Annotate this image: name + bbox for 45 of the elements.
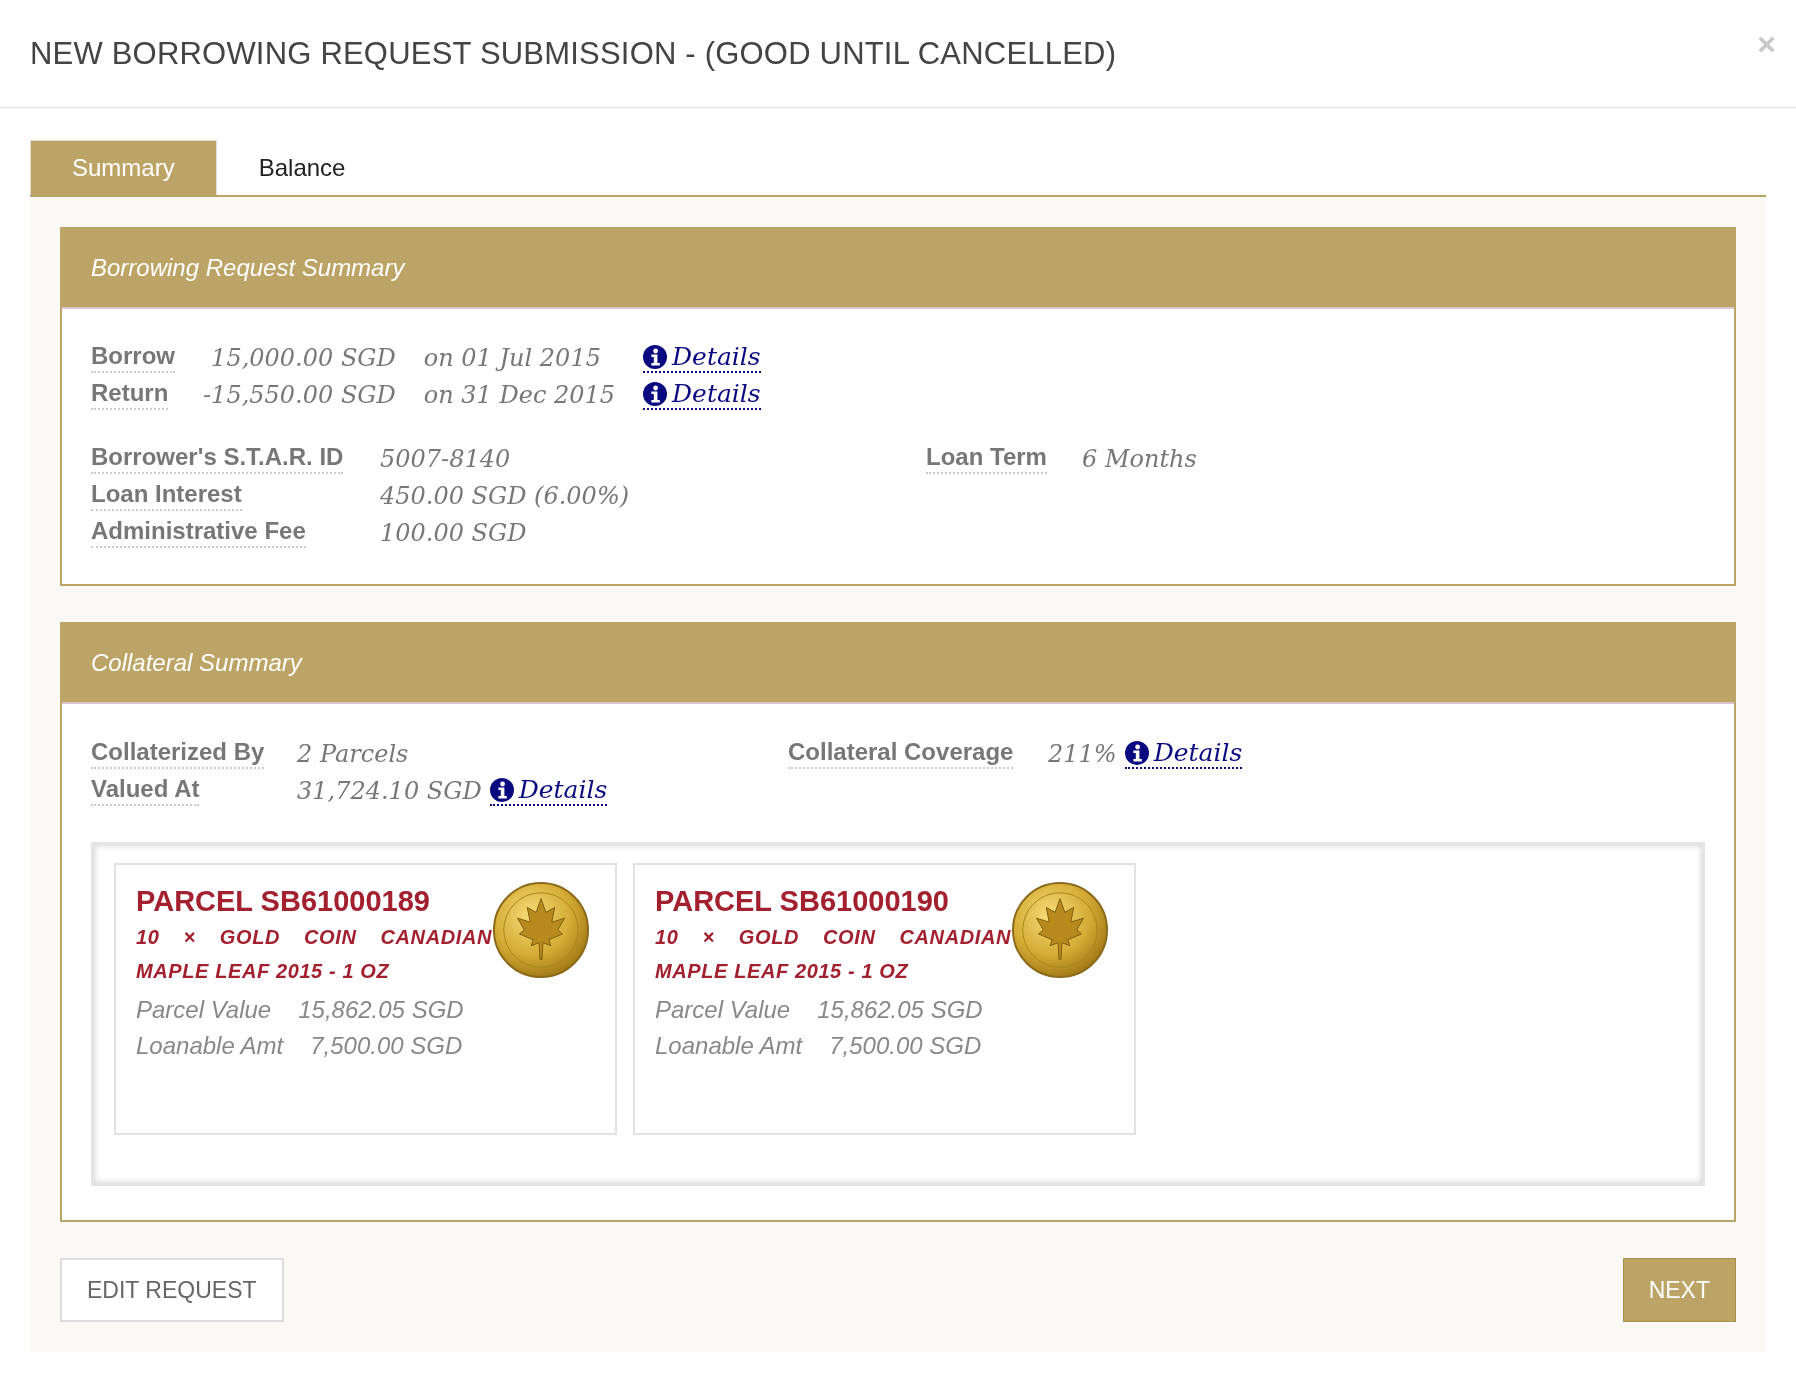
details-link[interactable]: Details (1153, 738, 1243, 767)
parcel-description: 10 × GOLD COIN CANADIAN MAPLE LEAF 2015 - 1 OZ (136, 925, 492, 984)
panel-heading: Collateral Summary (62, 624, 1734, 704)
info-icon (1124, 740, 1149, 765)
panel-heading: Borrowing Request Summary (62, 229, 1734, 309)
parcel-title: PARCEL SB61000190 (655, 885, 950, 918)
dialog-title: NEW BORROWING REQUEST SUBMISSION - (GOOD UNTIL CANCELLED) (30, 35, 1117, 72)
date-value: on 01 Jul 2015 (423, 343, 602, 372)
field-label: Valued At (91, 775, 200, 806)
parcel-label: Loanable Amt (136, 1032, 284, 1060)
details-link[interactable]: Details (518, 775, 608, 804)
field-label: Collaterized By (91, 738, 265, 769)
amount-value: -15,550.00 SGD (203, 380, 396, 409)
parcel-title: PARCEL SB61000189 (136, 885, 431, 918)
date-value: on 31 Dec 2015 (423, 380, 616, 409)
field-value: 31,724.10 SGD (297, 776, 482, 805)
info-icon (643, 344, 668, 369)
field-label: Borrower's S.T.A.R. ID (91, 443, 344, 474)
field-label: Administrative Fee (91, 517, 306, 548)
field-value: 6 Months (1082, 444, 1197, 473)
amount-value: 15,000.00 SGD (211, 343, 396, 372)
parcel-label: Loanable Amt (655, 1032, 803, 1060)
field-label: Loan Interest (91, 480, 242, 511)
field-value: 450.00 SGD (6.00%) (380, 481, 630, 510)
details-link[interactable]: Details (672, 379, 761, 408)
field-label: Borrow (91, 342, 175, 373)
field-value: 100.00 SGD (380, 518, 527, 547)
field-label: Return (91, 379, 169, 410)
parcel-description: 10 × GOLD COIN CANADIAN MAPLE LEAF 2015 - 1 OZ (655, 925, 1011, 984)
field-value: 2 Parcels (297, 739, 409, 768)
parcel-value: 7,500.00 SGD (829, 1032, 982, 1060)
field-label: Loan Term (926, 443, 1047, 474)
edit-button[interactable]: EDIT REQUEST (60, 1258, 284, 1322)
parcel-value: 15,862.05 SGD (298, 996, 464, 1024)
info-icon (643, 381, 668, 406)
parcel-value: 15,862.05 SGD (817, 996, 983, 1024)
parcel-value: 7,500.00 SGD (310, 1032, 463, 1060)
tab[interactable]: Balance (217, 140, 387, 195)
field-value: 5007-8140 (380, 444, 511, 473)
parcel-label: Parcel Value (136, 996, 272, 1024)
parcel-label: Parcel Value (655, 996, 791, 1024)
field-value: 211% (1048, 739, 1117, 768)
info-icon (489, 777, 514, 802)
field-label: Collateral Coverage (788, 738, 1014, 769)
details-link[interactable]: Details (672, 342, 761, 371)
